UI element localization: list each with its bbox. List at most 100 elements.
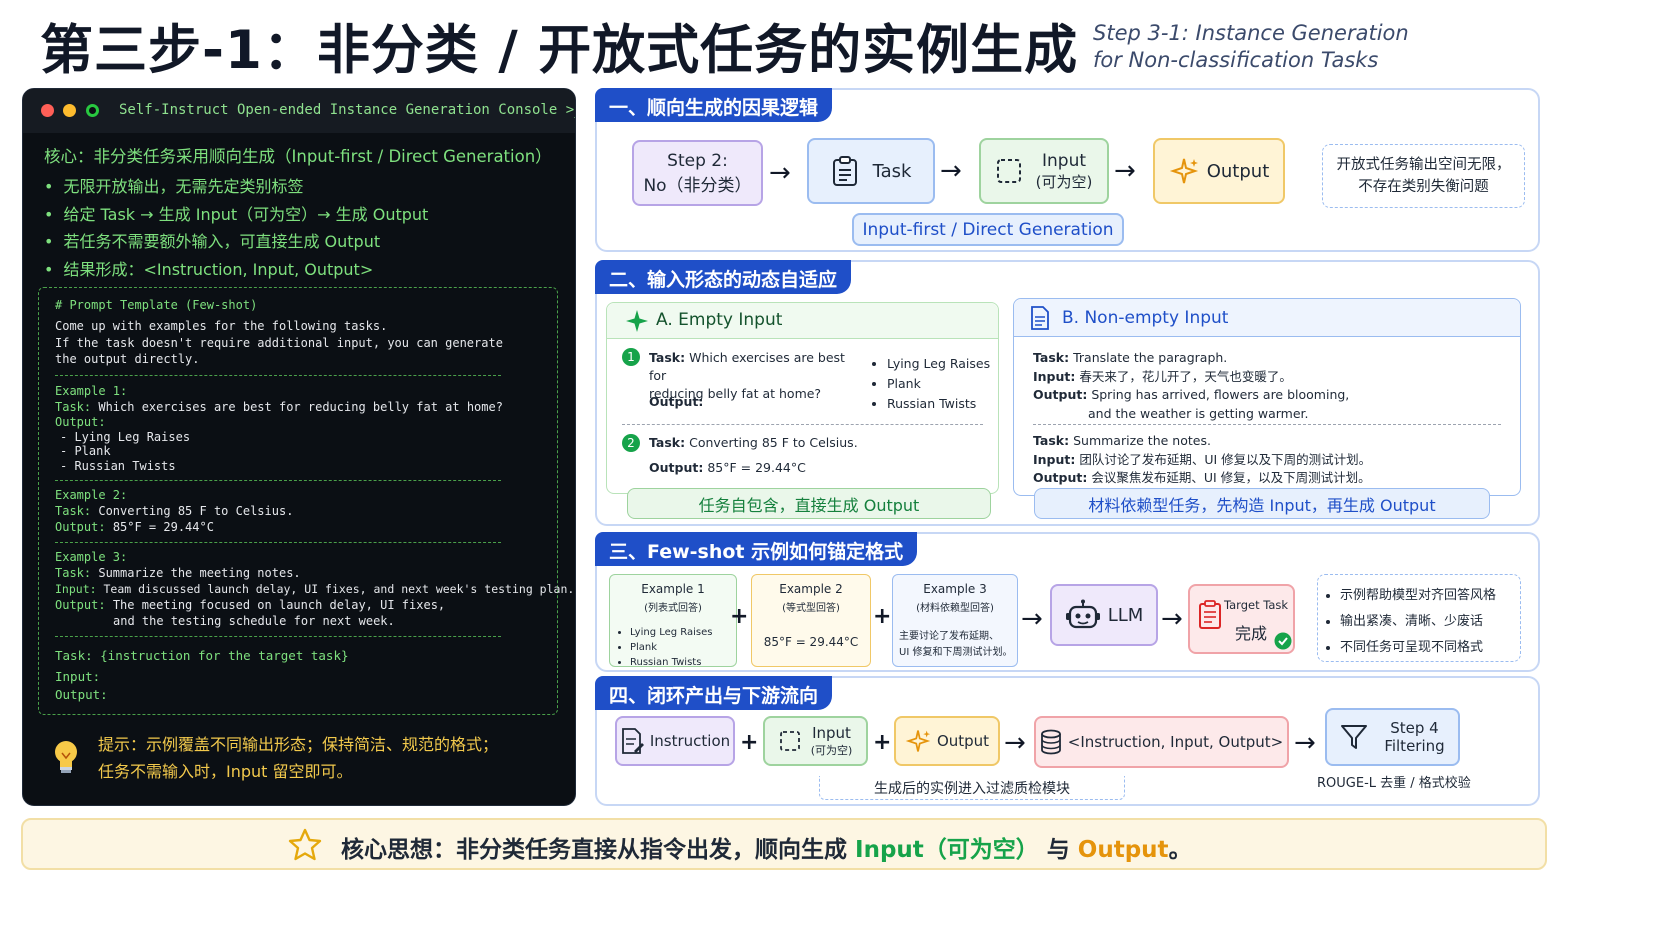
document-icon [1031,306,1049,330]
non-empty-input-footer: 材料依赖型任务，先构造 Input，再生成 Output [1034,488,1490,519]
note-line-1: 开放式任务输出空间无限， [1336,157,1511,173]
step4-sublabel: Filtering [1384,737,1445,755]
console-title: Self-Instruct Open-ended Instance Genera… [119,102,576,118]
sparkle-icon [1169,158,1198,184]
console-bullet-list: 无限开放输出，无需先定类别标签 给定 Task → 生成 Input（可为空）→… [44,173,428,283]
example-1-output-label: Output: [55,415,106,429]
task-label: Task [872,160,912,182]
console-tip: 提示：示例覆盖不同输出形态；保持简洁、规范的格式； 任务不需输入时，Input … [98,731,498,785]
tip-line-2: 任务不需输入时，Input 留空即可。 [98,762,353,781]
a2-output: Output: 85°F = 29.44°C [649,460,806,475]
empty-input-card-header: A. Empty Input [607,303,998,339]
non-empty-input-title: B. Non-empty Input [1062,308,1229,328]
empty-input-icon [779,731,800,751]
non-empty-input-card: B. Non-empty Input Task: Translate the p… [1013,298,1521,496]
flow-footer: 生成后的实例进入过滤质检模块 [819,776,1125,800]
example-3-body: 主要讨论了发布延期、 UI 修复和下周测试计划。 [899,631,1013,658]
target-task-line: Task: {instruction for the target task} [55,648,349,663]
target-task-label: Target Task [1224,598,1289,612]
example-1-item: Russian Twists [630,655,713,670]
section-heading: 二、输入形态的动态自适应 [595,260,852,294]
database-icon [1040,729,1061,755]
filter-note: ROUGE-L 去重 / 格式校验 [1317,776,1471,791]
output-label: Output [936,732,990,750]
a1-output-item: Lying Leg Raises [887,354,990,374]
sparkle-icon [905,730,931,752]
section-heading: 一、顺向生成的因果逻辑 [595,88,833,122]
section-causal-logic: 一、顺向生成的因果逻辑 Step 2: No（非分类） → Task → Inp… [595,88,1540,252]
example-1-sub: (列表式回答) [644,603,702,614]
example-3-output-cont: and the testing schedule for next week. [113,614,395,628]
example-3-title: Example 3 [923,582,987,596]
output-box: Output [894,716,1000,766]
llm-box: LLM [1050,584,1158,646]
example-1-item: - Russian Twists [60,459,176,473]
arrow-icon: → [1114,156,1136,186]
maximize-dot-icon[interactable] [86,104,99,117]
task-box: Task [807,138,935,204]
subtitle-line-1: Step 3-1: Instance Generation [1093,21,1409,45]
target-output-line: Output: [55,687,108,702]
prompt-separator [55,542,501,543]
example-2-title: Example 2 [779,582,843,596]
step2-label: Step 2: [667,150,728,171]
arrow-icon: → [769,158,791,188]
example-1-card: Example 1 (列表式回答) Lying Leg Raises Plank… [609,574,737,670]
check-circle-icon [1274,632,1292,650]
example-1-item: Plank [630,640,713,655]
console-bullet: 结果形成：<Instruction, Input, Output> [44,256,428,284]
arrow-icon: → [940,156,962,186]
triple-box: <Instruction, Input, Output> [1034,716,1289,768]
example-1-item: - Lying Leg Raises [60,430,191,444]
example-1-item: - Plank [60,444,111,458]
filter-icon [1341,725,1368,749]
instruction-box: Instruction [615,716,735,766]
step2-box: Step 2: No（非分类） [632,140,763,206]
note-item: 不同任务可呈现不同格式 [1340,635,1496,661]
target-task-status: 完成 [1235,624,1268,643]
empty-input-footer: 任务自包含，直接生成 Output [627,488,991,519]
example-1-item: Lying Leg Raises [630,625,713,640]
plus-icon: + [740,730,759,755]
arrow-icon: → [1294,728,1316,758]
example-2-output: Output: 85°F = 29.44°C [55,520,214,534]
arrow-icon: → [1021,604,1043,634]
page-title: 第三步-1：非分类 / 开放式任务的实例生成 [40,20,1079,81]
note-item: 输出紧凑、清晰、少废话 [1340,609,1496,635]
example-3-input: Input: Team discussed launch delay, UI f… [55,582,575,596]
example-2-label: Example 2: [55,488,128,502]
prompt-separator [55,636,501,637]
minimize-dot-icon[interactable] [63,104,76,117]
prompt-separator [55,375,501,376]
input-label: Input [1041,150,1087,171]
empty-input-title: A. Empty Input [656,310,783,330]
console-titlebar: Self-Instruct Open-ended Instance Genera… [23,89,575,133]
subtitle-line-2: for Non-classification Tasks [1093,48,1379,72]
note-line-2: 不存在类别失衡问题 [1358,179,1489,195]
prompt-intro-line: the output directly. [55,352,200,366]
example-1-title: Example 1 [641,582,705,596]
section-few-shot-format: 三、Few-shot 示例如何锚定格式 Example 1 (列表式回答) Ly… [595,532,1540,672]
b2-example: Task: Summarize the notes. Input: 团队讨论了发… [1033,433,1372,485]
close-dot-icon[interactable] [41,104,54,117]
input-label: Input [812,724,851,742]
a1-output-list: Lying Leg Raises Plank Russian Twists [887,354,990,414]
clipboard-icon [832,156,857,186]
prompt-intro-line: If the task doesn't require additional i… [55,336,503,350]
example-3-task: Task: Summarize the meeting notes. [55,566,301,580]
a1-output-item: Plank [887,374,990,394]
console-bullet: 无限开放输出，无需先定类别标签 [44,173,428,201]
example-2-body: 85°F = 29.44°C [763,635,859,649]
step4-box: Step 4 Filtering [1325,708,1460,766]
empty-input-card: A. Empty Input 1 Task: Which exercises a… [606,302,999,494]
few-shot-notes: 示例帮助模型对齐回答风格 输出紧凑、清晰、少废话 不同任务可呈现不同格式 [1317,574,1521,662]
section-heading: 四、闭环产出与下游流向 [595,676,833,710]
clipboard-list-icon [1199,600,1221,629]
example-2-task: Task: Converting 85 F to Celsius. [55,504,294,518]
console-bullet: 给定 Task → 生成 Input（可为空）→ 生成 Output [44,201,428,229]
triple-label: <Instruction, Input, Output> [1067,733,1284,751]
example-3-output: Output: The meeting focused on launch de… [55,598,446,612]
example-number-badge: 2 [622,434,640,452]
note-item: 示例帮助模型对齐回答风格 [1340,583,1496,609]
note-callout: 开放式任务输出空间无限， 不存在类别失衡问题 [1322,144,1525,208]
